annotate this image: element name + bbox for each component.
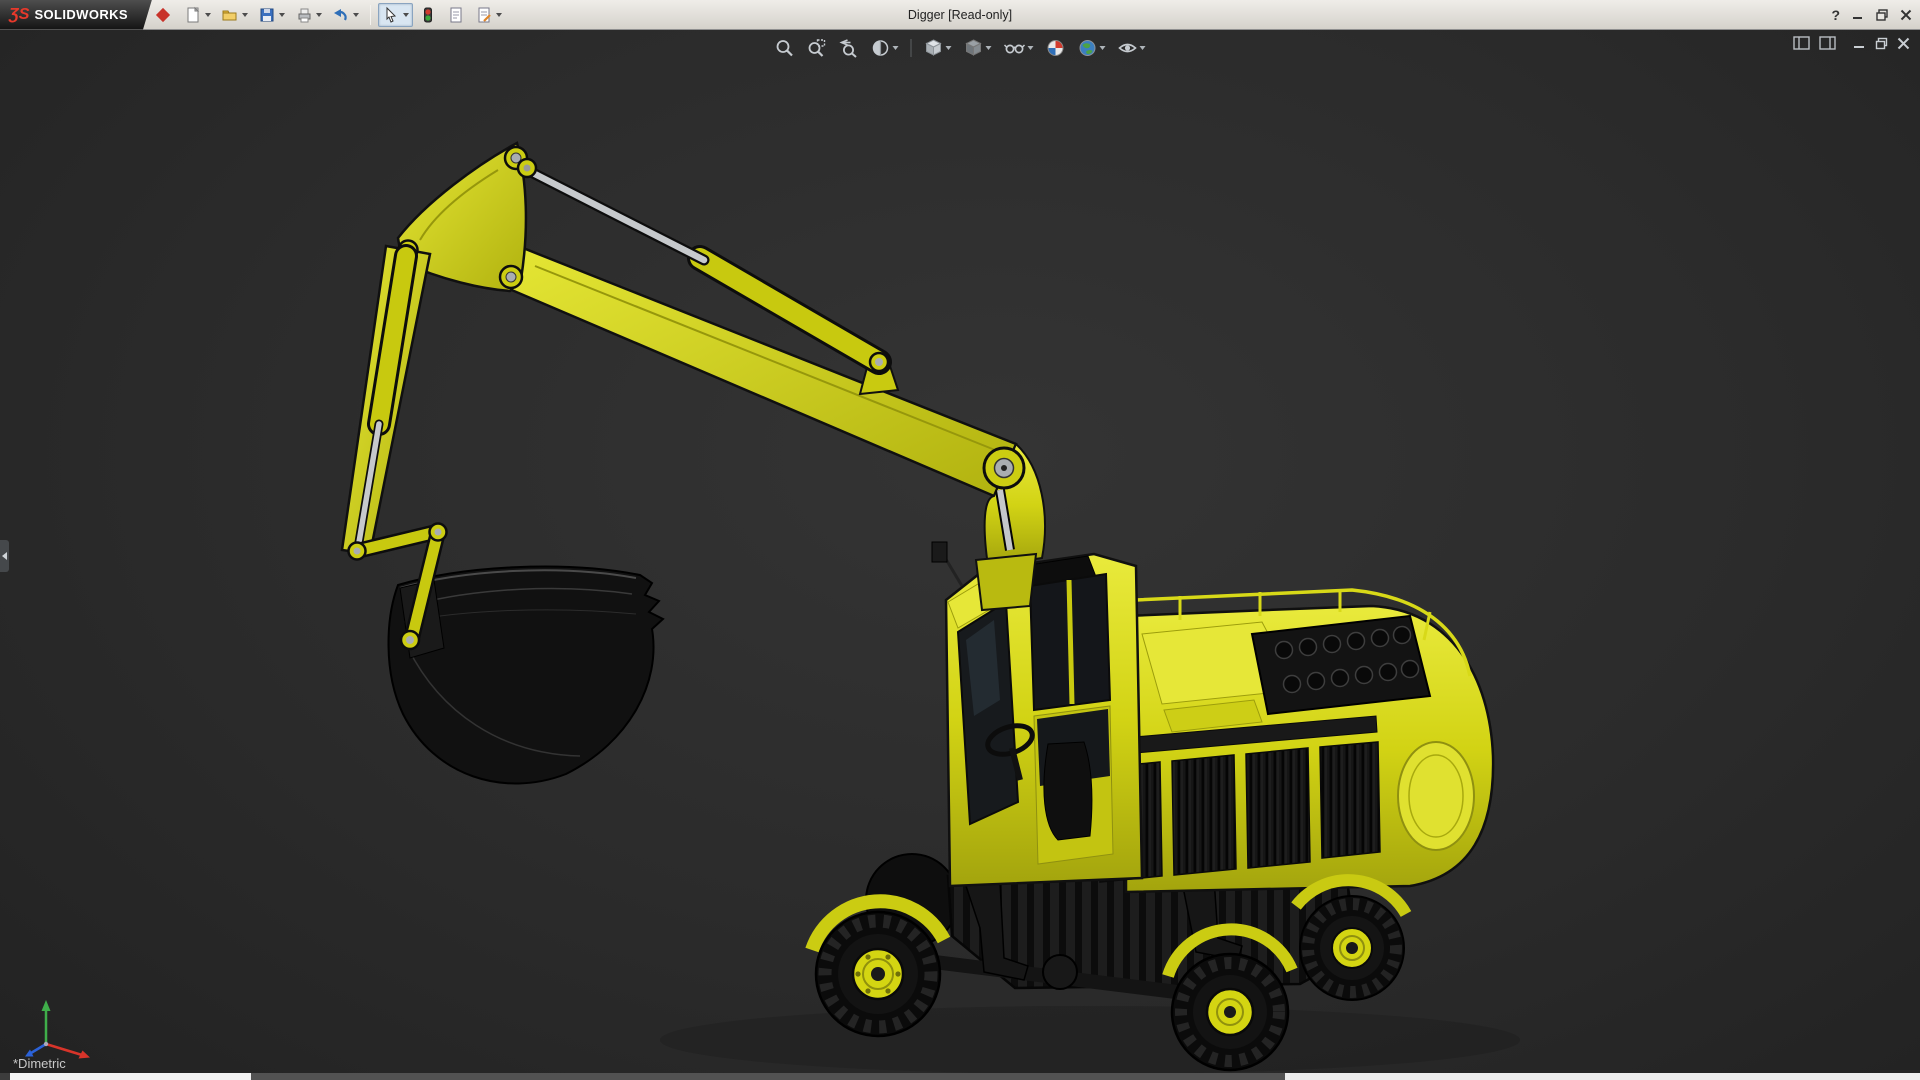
title-bar: ƷS SOLIDWORKS [0,0,1920,30]
split-pane-left-button[interactable] [1793,36,1810,50]
display-style-icon [964,38,984,58]
print-icon [295,6,313,24]
close-button[interactable] [1900,9,1912,21]
stick-pivot-pin [506,272,516,282]
zoom-to-area-button[interactable] [805,36,829,60]
cylinder-pivot-pin [875,358,883,366]
pane-minimize-button[interactable] [1853,37,1866,50]
brand-logo-icon: ƷS [9,6,29,24]
rod-pivot-pin [354,548,361,555]
bottom-scrollbar [0,1073,1920,1080]
window-pillar [1069,580,1072,704]
restore-button[interactable] [1876,9,1888,21]
file-properties-icon [447,6,465,24]
pane-close-button[interactable] [1897,37,1910,50]
pane-restore-button[interactable] [1875,37,1888,50]
excavator-model[interactable] [342,143,1493,1070]
view-orientation-label: *Dimetric [13,1056,66,1071]
apply-scene-globe-icon [1078,38,1098,58]
knuckle-pin [435,529,442,536]
main-toolbar [176,0,506,30]
viewport-pane-controls [1793,36,1910,50]
split-pane-right-button[interactable] [1819,36,1836,50]
scrollbar-track-left [10,1073,251,1080]
hud-separator [911,39,912,57]
rod-end-pin [524,165,531,172]
view-settings-icon [1118,38,1138,58]
undo-button[interactable] [328,3,363,27]
mirror [932,542,947,562]
bucket-pivot-pin [406,636,414,644]
options-sheet-icon [475,6,493,24]
wheel-rear-right [1300,896,1404,1000]
grille-panel-2 [1172,755,1236,875]
previous-view-icon [839,38,859,58]
solidworks-logo[interactable]: ƷS SOLIDWORKS [0,0,152,30]
toolbar-separator [370,5,371,25]
cylinder-rod [527,170,704,260]
window-title: Digger [Read-only] [908,0,1012,30]
feature-tree-collapse-tab[interactable] [0,540,9,572]
options-button[interactable] [471,3,506,27]
display-style-button[interactable] [962,36,994,60]
file-properties-button[interactable] [443,3,469,27]
save-button[interactable] [254,3,289,27]
minimize-button[interactable] [1852,9,1864,21]
hide-show-glasses-icon [1004,38,1026,58]
undo-icon [332,6,350,24]
apply-scene-button[interactable] [1076,36,1108,60]
viewport-canvas[interactable] [0,0,1920,1080]
hide-show-items-button[interactable] [1002,36,1036,60]
grille-panel-4 [1320,742,1380,858]
view-orientation-cube-icon [924,38,944,58]
zoom-to-fit-button[interactable] [773,36,797,60]
previous-view-button[interactable] [837,36,861,60]
triad-origin [44,1042,48,1046]
section-view-icon [871,38,891,58]
ground-shadow [660,1006,1520,1074]
open-folder-icon [221,6,239,24]
scrollbar-track-right [1285,1073,1920,1080]
save-icon [258,6,276,24]
window-controls: ? [1831,0,1912,30]
print-button[interactable] [291,3,326,27]
select-tool-button[interactable] [378,3,413,27]
seat [1044,742,1092,840]
open-button[interactable] [217,3,252,27]
excavator-arm[interactable] [342,143,1045,784]
main-pivot-center [1001,465,1007,471]
excavator-body[interactable] [1098,590,1493,892]
grille-panel-3 [1246,748,1310,868]
edit-appearance-button[interactable] [1044,36,1068,60]
boom-mount [976,554,1036,610]
new-document-button[interactable] [180,3,215,27]
section-view-button[interactable] [869,36,901,60]
zoom-to-fit-icon [775,38,795,58]
select-cursor-icon [382,6,400,24]
heads-up-toolbar [767,34,1154,62]
brand-name: SOLIDWORKS [34,7,128,22]
new-document-icon [184,6,202,24]
wheel-front-left [816,912,940,1036]
zoom-to-area-icon [807,38,827,58]
resources-icon[interactable] [156,7,170,21]
wheel-front-right [1172,954,1288,1070]
edit-appearance-ball-icon [1046,38,1066,58]
rebuild-button[interactable] [415,3,441,27]
differential [1043,955,1077,989]
scrollbar-thumb[interactable] [251,1073,1285,1080]
collapse-arrow-icon [2,552,7,560]
rebuild-stoplight-icon [419,6,437,24]
view-orientation-button[interactable] [922,36,954,60]
y-axis-arrow [42,1000,51,1011]
view-settings-button[interactable] [1116,36,1148,60]
excavator-cab[interactable] [932,542,1142,886]
help-button[interactable]: ? [1831,7,1840,23]
